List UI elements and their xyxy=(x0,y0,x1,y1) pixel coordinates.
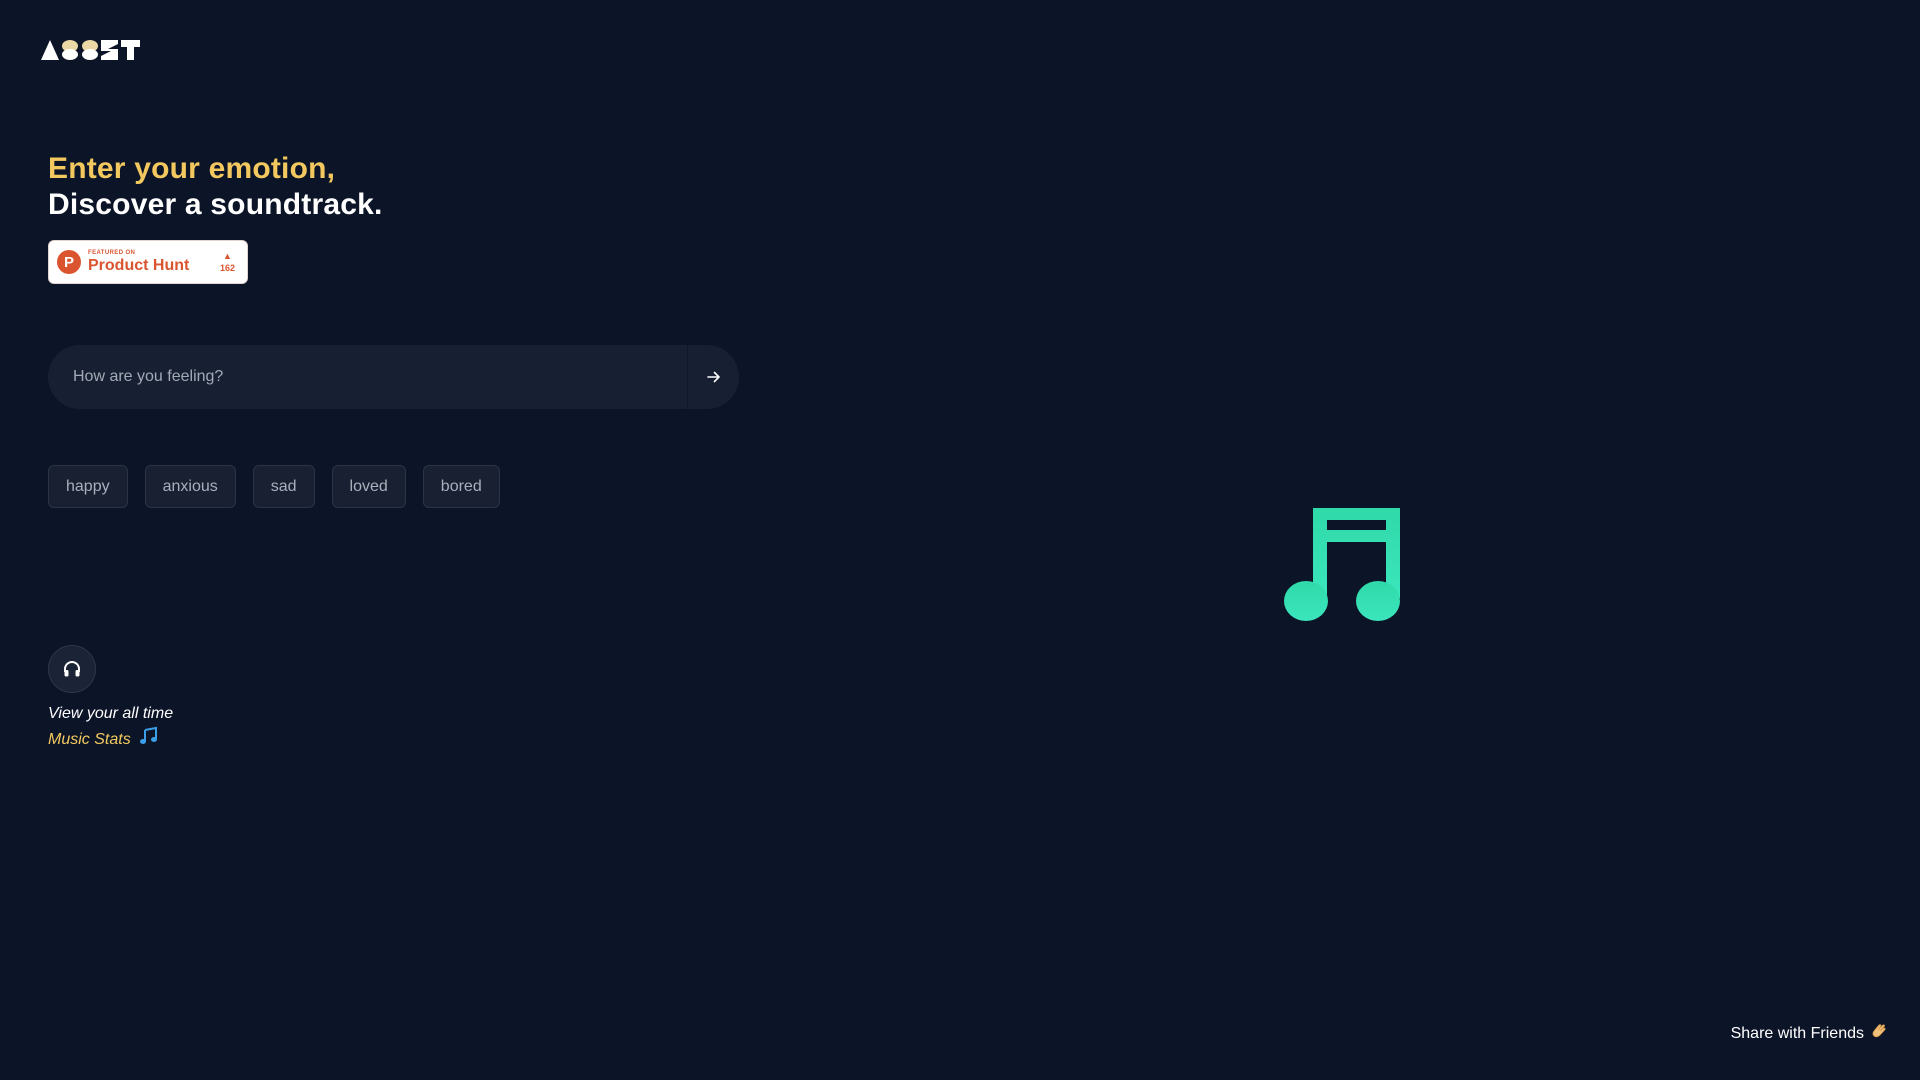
emotion-chip-anxious[interactable]: anxious xyxy=(144,465,236,508)
share-label: Share with Friends xyxy=(1730,1024,1864,1042)
music-stats-text: View your all time Music Stats xyxy=(48,702,173,754)
arrow-right-icon xyxy=(706,371,720,383)
submit-button[interactable] xyxy=(688,345,739,409)
brand-logo[interactable] xyxy=(41,40,141,62)
music-stats-line1: View your all time xyxy=(48,705,174,722)
logo-mark-icon xyxy=(41,40,140,60)
hero-line-soundtrack: Discover a soundtrack. xyxy=(48,188,383,221)
emotion-chip-sad[interactable]: sad xyxy=(252,465,315,508)
product-hunt-name: Product Hunt xyxy=(88,257,190,274)
hero-headline: Enter your emotion, Discover a soundtrac… xyxy=(48,150,383,223)
music-note-icon xyxy=(1284,508,1402,627)
music-stats-link[interactable]: Music Stats xyxy=(48,731,131,748)
emotion-chip-loved[interactable]: loved xyxy=(331,465,406,508)
product-hunt-logo-icon: P xyxy=(57,250,81,274)
music-note-emoji-icon xyxy=(139,726,159,754)
emotion-search-bar xyxy=(48,345,739,409)
emotion-suggestions: happy anxious sad loved bored xyxy=(48,465,500,508)
emotion-chip-happy[interactable]: happy xyxy=(48,465,128,508)
product-hunt-votes: ▲ 162 xyxy=(219,250,235,273)
product-hunt-vote-count: 162 xyxy=(219,262,235,273)
product-hunt-text: FEATURED ON Product Hunt xyxy=(88,250,189,274)
clapping-hand-icon xyxy=(1870,1022,1888,1045)
music-stats-link-row: Music Stats xyxy=(48,726,173,754)
emotion-input[interactable] xyxy=(48,345,687,409)
music-stats-button[interactable] xyxy=(48,645,96,693)
page: Enter your emotion, Discover a soundtrac… xyxy=(0,0,1920,1080)
product-hunt-badge[interactable]: P FEATURED ON Product Hunt ▲ 162 xyxy=(48,240,248,284)
share-with-friends-button[interactable]: Share with Friends xyxy=(1731,1022,1888,1045)
upvote-triangle-icon: ▲ xyxy=(223,250,232,261)
hero-line-emotion: Enter your emotion, xyxy=(48,152,336,185)
headphones-icon xyxy=(64,661,80,677)
product-hunt-featured-label: FEATURED ON xyxy=(88,250,136,256)
emotion-chip-bored[interactable]: bored xyxy=(422,465,500,508)
